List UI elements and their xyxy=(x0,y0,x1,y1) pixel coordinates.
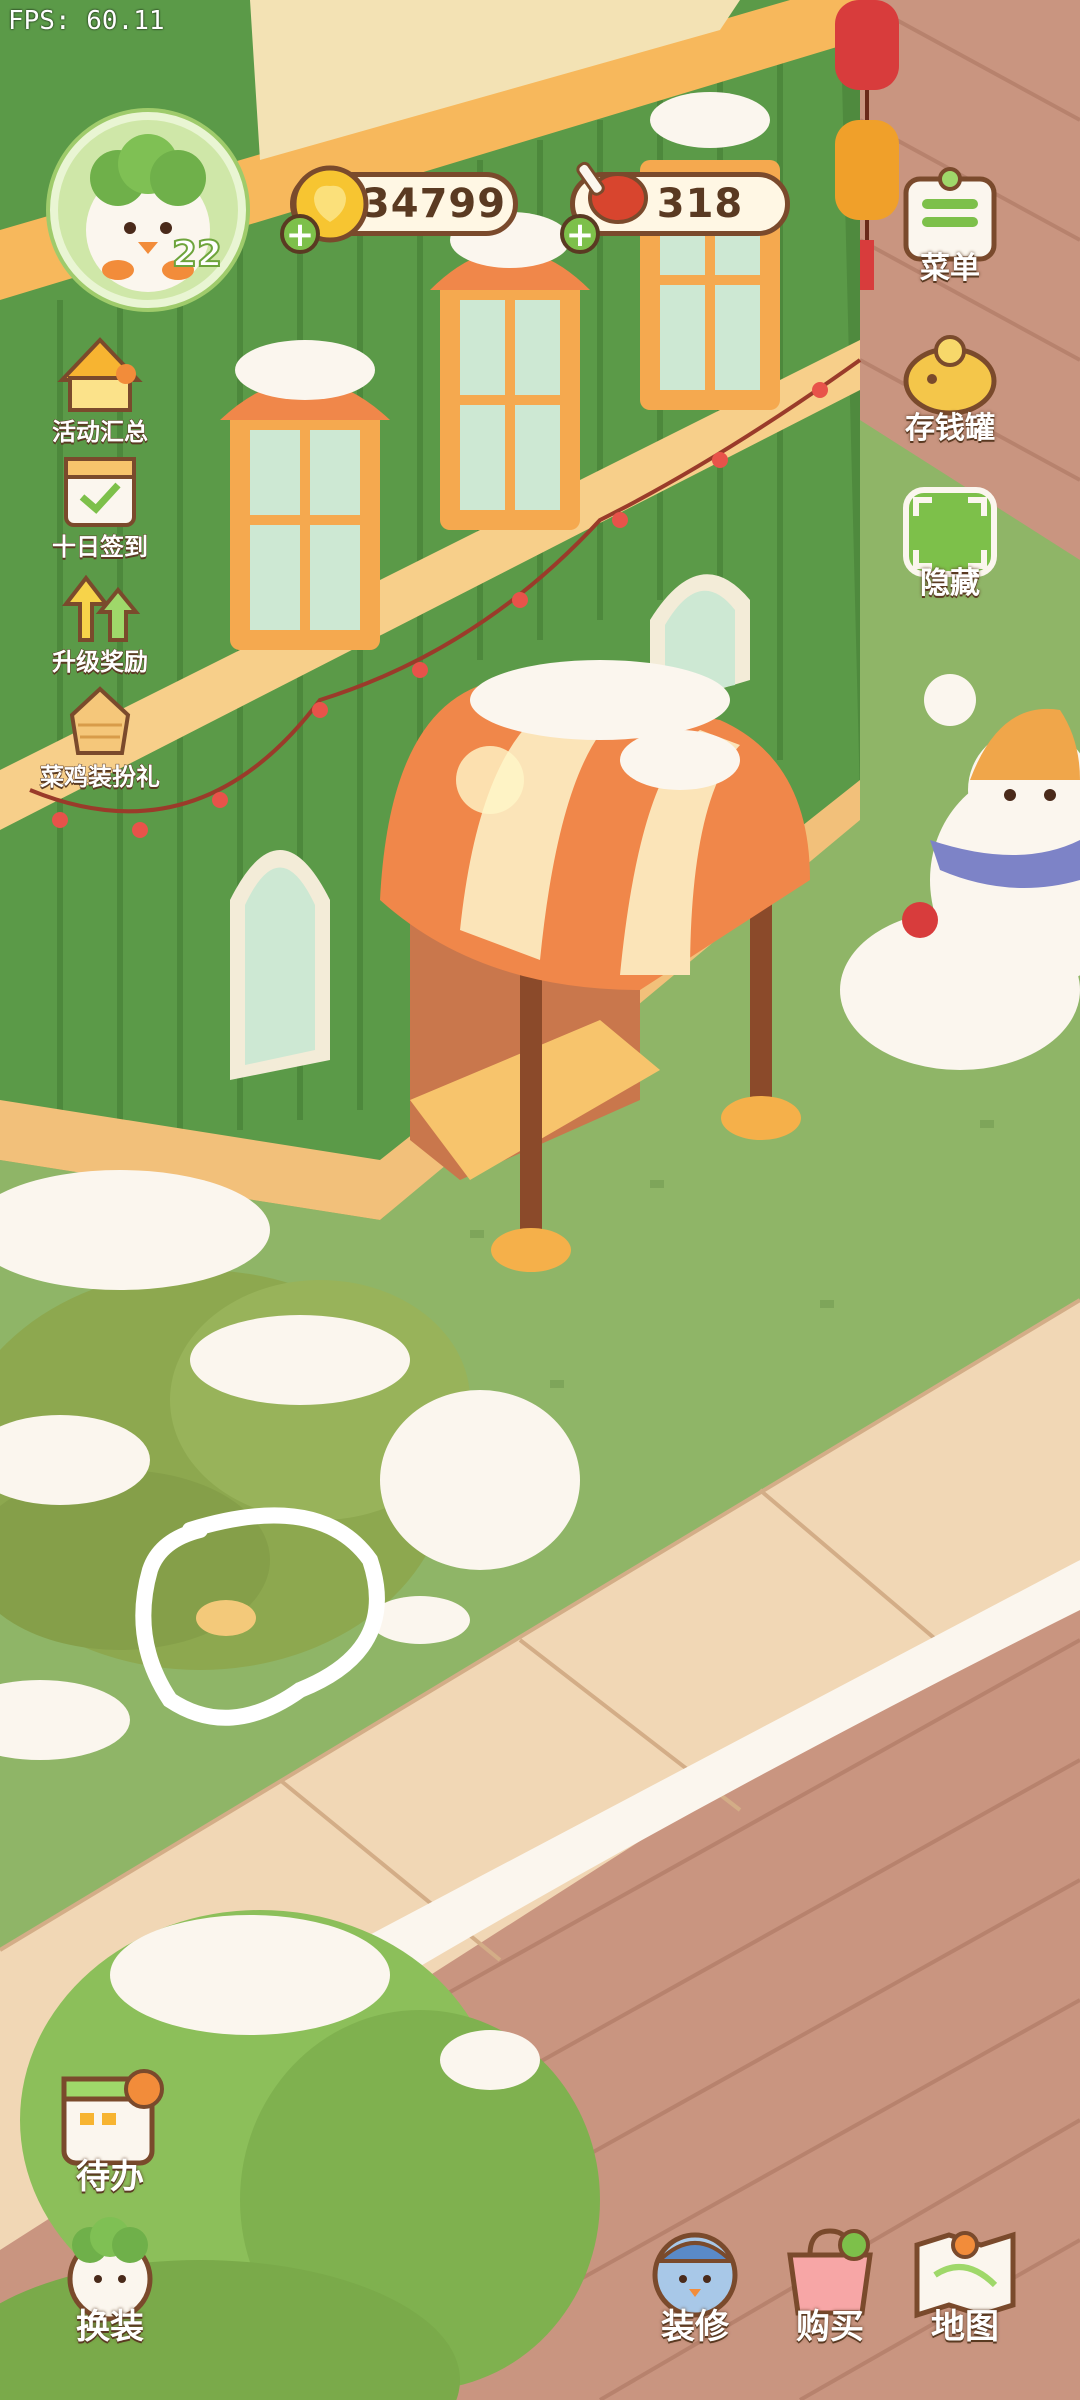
ten-day-checkin-label: 十日签到 xyxy=(52,533,149,562)
player-level: 22 xyxy=(171,233,223,276)
awning-post-left xyxy=(520,970,542,1240)
level-up-reward-label: 升级奖励 xyxy=(52,648,149,677)
map-button[interactable]: 地图 xyxy=(900,2215,1030,2348)
dress-up-gift-button[interactable]: 菜鸡装扮礼 xyxy=(40,675,161,792)
dress-up-gift-icon xyxy=(69,686,131,755)
ten-day-checkin-button[interactable]: 十日签到 xyxy=(40,445,160,562)
ten-day-checkin-icon xyxy=(64,457,136,527)
event-summary-label: 活动汇总 xyxy=(52,418,149,447)
dress-up-gift-label: 菜鸡装扮礼 xyxy=(40,763,161,792)
hide-ui-button[interactable]: 隐藏 xyxy=(890,480,1010,602)
add-meat-button[interactable]: + xyxy=(560,214,600,254)
decorate-button[interactable]: 装修 xyxy=(630,2215,760,2348)
level-up-reward-icon xyxy=(61,574,141,642)
meat-amount: 318 xyxy=(656,181,744,227)
hidden-critter[interactable] xyxy=(196,1600,256,1636)
add-coins-button[interactable]: + xyxy=(280,214,320,254)
shop-button[interactable]: 购买 xyxy=(765,2215,895,2348)
awning-post-right xyxy=(750,890,772,1110)
event-summary-icon xyxy=(57,337,143,412)
todo-button[interactable]: 待办 xyxy=(45,2065,175,2198)
event-summary-button[interactable]: 活动汇总 xyxy=(40,330,160,447)
outfit-change-button[interactable]: 换装 xyxy=(45,2215,175,2348)
fps-counter: FPS: 60.11 xyxy=(8,6,165,36)
player-avatar[interactable] xyxy=(50,112,246,308)
piggy-bank-button[interactable]: 存钱罐 xyxy=(890,325,1010,447)
menu-button[interactable]: 菜单 xyxy=(890,165,1010,287)
piggy-bank-label: 存钱罐 xyxy=(905,411,995,446)
level-up-reward-button[interactable]: 升级奖励 xyxy=(40,560,160,677)
coin-amount: 34799 xyxy=(361,181,507,227)
